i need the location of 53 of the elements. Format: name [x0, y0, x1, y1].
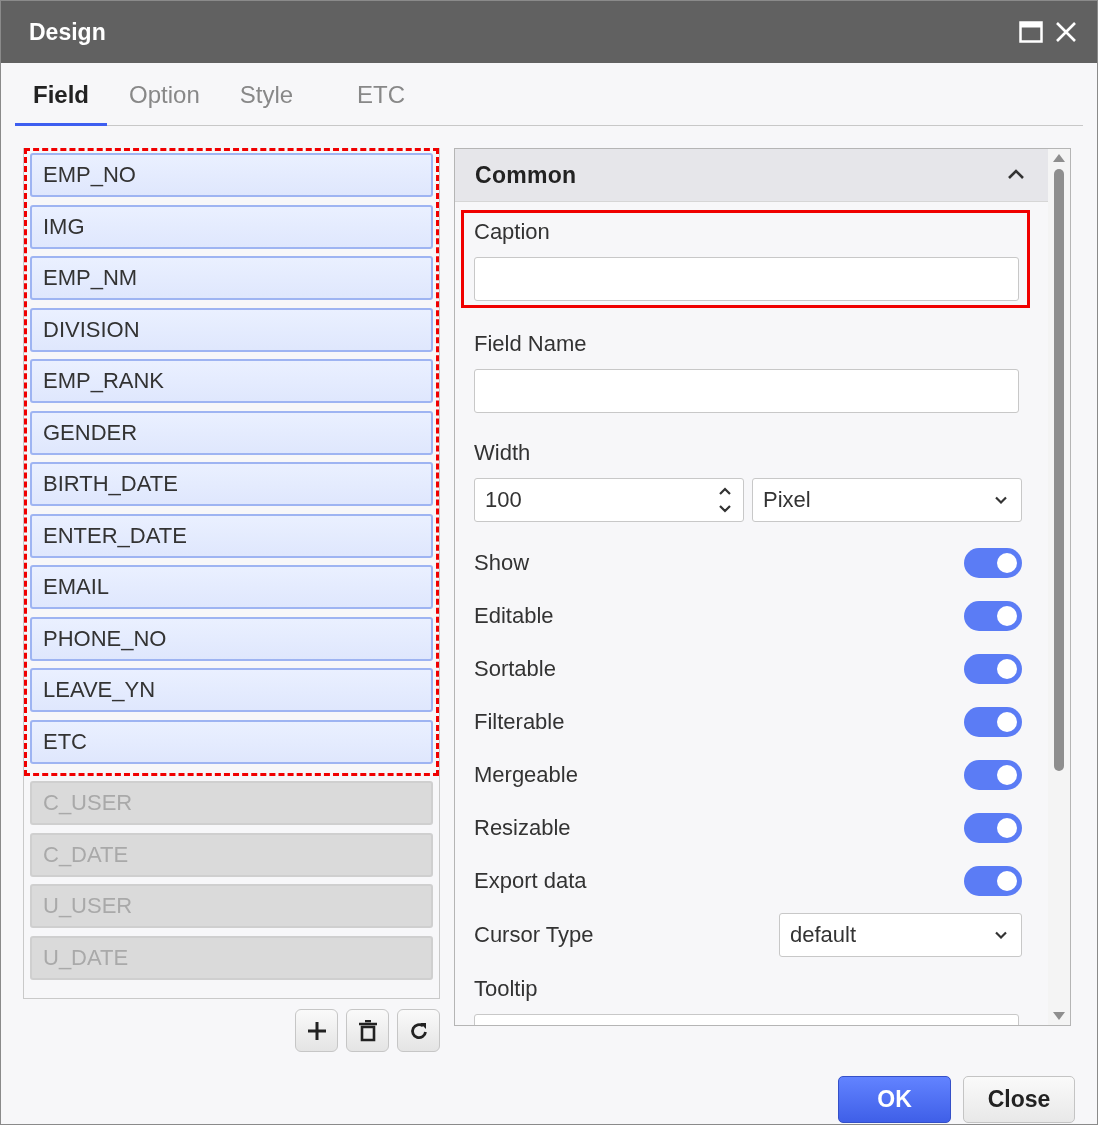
add-button[interactable]: [295, 1009, 338, 1052]
field-label: Cursor Type: [474, 922, 594, 948]
field-list-item[interactable]: ETC: [30, 719, 433, 764]
tab[interactable]: Field: [15, 81, 107, 126]
field-list-item[interactable]: EMP_NO: [30, 153, 433, 197]
field-list-item[interactable]: EMP_RANK: [30, 359, 433, 403]
field-list-item[interactable]: ENTER_DATE: [30, 513, 433, 558]
toggle-label: Export data: [474, 867, 587, 894]
scrollbar[interactable]: [1048, 149, 1070, 1025]
close-button[interactable]: Close: [963, 1076, 1075, 1123]
field-list-item[interactable]: PHONE_NO: [30, 616, 433, 661]
scroll-down-icon[interactable]: [1052, 1011, 1066, 1021]
refresh-icon: [408, 1020, 429, 1041]
toggle-switch[interactable]: [964, 759, 1022, 790]
scroll-up-icon[interactable]: [1052, 153, 1066, 163]
field-label: Tooltip: [474, 976, 539, 1002]
delete-button[interactable]: [346, 1009, 389, 1052]
trash-icon: [357, 1019, 378, 1042]
toggle-label: Sortable: [474, 655, 556, 682]
section-header[interactable]: Common: [455, 149, 1048, 202]
spinner-icon: [717, 485, 733, 515]
toggle-label: Editable: [474, 602, 554, 629]
field-label: Field Name: [474, 331, 588, 357]
field-label: Width: [474, 440, 532, 466]
field-list-item[interactable]: GENDER: [30, 410, 433, 455]
number-field[interactable]: 100: [474, 478, 744, 522]
maximize-icon: [1019, 21, 1043, 43]
field-label: Caption: [474, 219, 551, 245]
text-field[interactable]: [474, 369, 1019, 413]
toggle-switch[interactable]: [964, 600, 1022, 631]
field-list-item[interactable]: BIRTH_DATE: [30, 462, 433, 506]
field-list-item[interactable]: EMP_NM: [30, 256, 433, 300]
close-icon: [1055, 21, 1077, 43]
toggle-label: Mergeable: [474, 761, 578, 788]
toggle-label: Filterable: [474, 708, 565, 735]
toggle-label: Show: [474, 549, 530, 576]
text-field[interactable]: [474, 257, 1019, 301]
field-list-item[interactable]: EMAIL: [30, 565, 433, 609]
field-list-item[interactable]: IMG: [30, 204, 433, 249]
toggle-switch[interactable]: [964, 812, 1022, 843]
toggle-label: Resizable: [474, 814, 571, 841]
field-list-item[interactable]: DIVISION: [30, 307, 433, 352]
window-title: Design: [29, 18, 107, 46]
toggle-switch[interactable]: [964, 547, 1022, 578]
plus-icon: [306, 1020, 327, 1041]
ok-button[interactable]: OK: [838, 1076, 951, 1123]
toggle-switch[interactable]: [964, 865, 1022, 896]
toggle-switch[interactable]: [964, 653, 1022, 684]
unit-dropdown[interactable]: Pixel: [752, 478, 1022, 522]
cursor-dropdown[interactable]: default: [779, 913, 1022, 957]
refresh-button[interactable]: [397, 1009, 440, 1052]
field-list-item[interactable]: LEAVE_YN: [30, 668, 433, 712]
toggle-switch[interactable]: [964, 706, 1022, 737]
